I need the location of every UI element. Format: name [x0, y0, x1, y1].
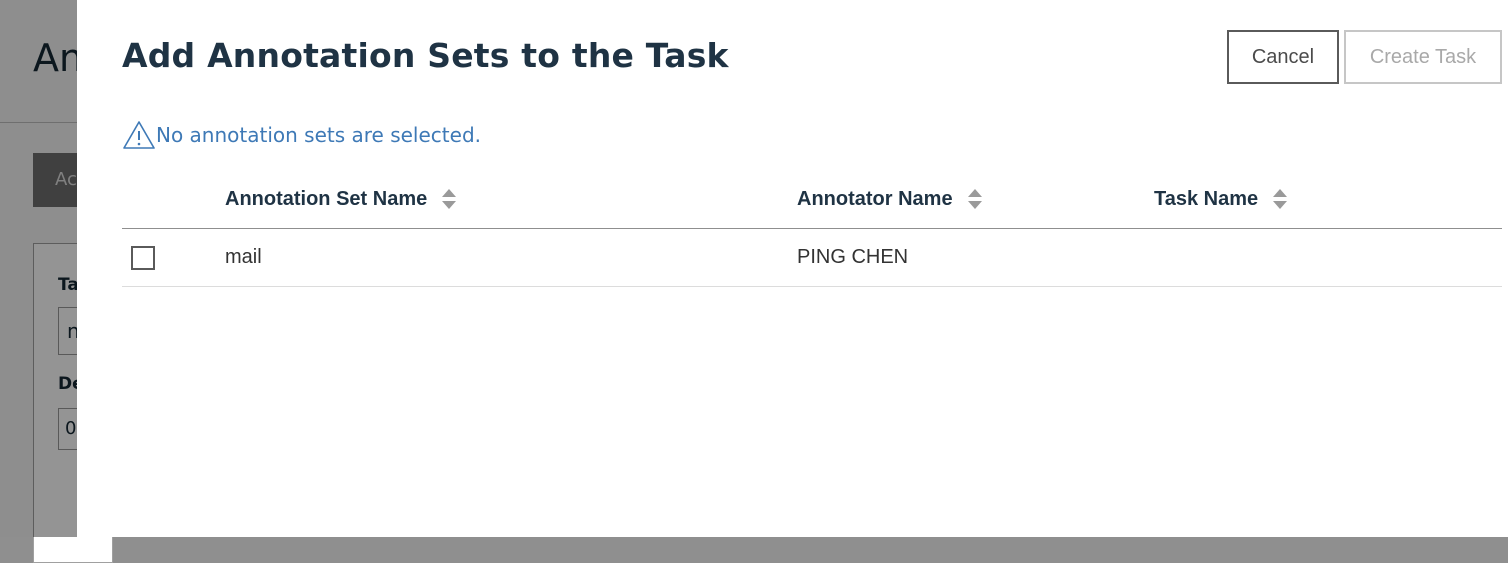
warning-message: No annotation sets are selected. — [122, 119, 481, 151]
add-annotation-sets-modal: Add Annotation Sets to the Task Cancel C… — [77, 0, 1508, 537]
warning-triangle-icon — [122, 119, 156, 151]
select-column-header — [122, 170, 225, 229]
column-header-label: Annotator Name — [797, 187, 953, 210]
column-header-task-name[interactable]: Task Name — [1154, 170, 1502, 229]
cancel-button[interactable]: Cancel — [1227, 30, 1339, 84]
column-header-annotation-set-name[interactable]: Annotation Set Name — [225, 170, 797, 229]
modal-title: Add Annotation Sets to the Task — [122, 36, 729, 75]
row-checkbox[interactable] — [131, 245, 155, 270]
task-name-cell — [1154, 228, 1502, 287]
table-row[interactable]: mail PING CHEN — [122, 228, 1502, 287]
sort-icon[interactable] — [1272, 188, 1288, 210]
sort-icon[interactable] — [441, 188, 457, 210]
annotator-name-cell: PING CHEN — [797, 228, 1154, 287]
sort-icon[interactable] — [967, 188, 983, 210]
column-header-label: Task Name — [1154, 187, 1259, 210]
column-header-label: Annotation Set Name — [225, 187, 428, 210]
annotation-set-name-cell: mail — [225, 228, 797, 287]
warning-text: No annotation sets are selected. — [156, 123, 481, 147]
row-select-cell — [122, 228, 225, 287]
create-task-button[interactable]: Create Task — [1344, 30, 1502, 84]
table-header-row: Annotation Set Name Annotator Name Task … — [122, 170, 1502, 229]
column-header-annotator-name[interactable]: Annotator Name — [797, 170, 1154, 229]
annotation-sets-table: Annotation Set Name Annotator Name Task … — [122, 170, 1502, 287]
